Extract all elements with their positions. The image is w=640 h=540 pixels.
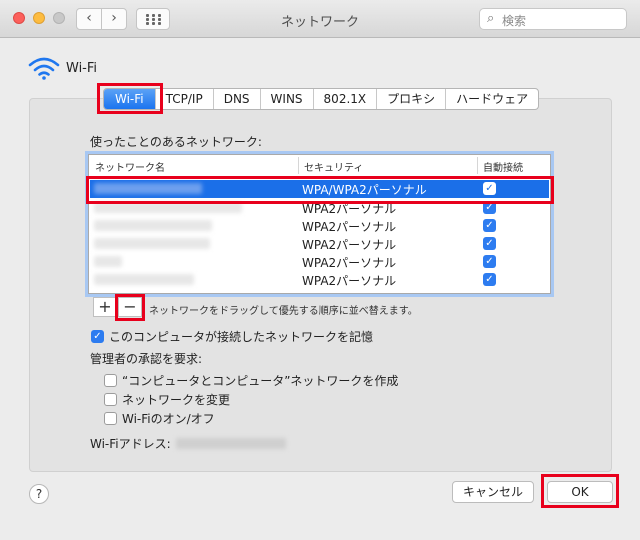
tab-8021x[interactable]: 802.1X — [312, 89, 377, 109]
highlight-selected-network — [86, 176, 554, 204]
highlight-remove-button — [115, 294, 145, 321]
interface-name: Wi-Fi — [66, 61, 98, 76]
auto-join-checkbox[interactable]: ✓ — [483, 255, 496, 268]
redacted-network-name — [94, 238, 210, 249]
title-bar: ‹ › ネットワーク ⌕ 検索 — [0, 0, 640, 38]
magnifier-icon: ⌕ — [487, 11, 495, 26]
network-preferences-window: ‹ › ネットワーク ⌕ 検索 Wi-Fi Wi-Fi TCP/IP DNS W… — [0, 0, 640, 540]
column-header-auto-join[interactable]: 自動接続 — [483, 159, 523, 174]
wifi-icon — [28, 57, 60, 80]
auto-join-checkbox[interactable]: ✓ — [483, 273, 496, 286]
tab-wins[interactable]: WINS — [259, 89, 313, 109]
known-networks-table: ネットワーク名 セキュリティ 自動接続 WPA/WPA2パーソナル ✓ WPA2… — [85, 151, 554, 297]
change-network-checkbox[interactable] — [104, 393, 117, 406]
highlight-ok-button — [541, 474, 619, 508]
drag-order-hint: ネットワークをドラッグして優先する順序に並べ替えます。 — [149, 306, 418, 317]
network-row[interactable]: WPA2パーソナル ✓ — [90, 235, 549, 253]
network-security: WPA2パーソナル — [302, 238, 397, 252]
network-security: WPA2パーソナル — [302, 220, 397, 234]
column-divider — [477, 157, 478, 174]
network-row[interactable]: WPA2パーソナル ✓ — [90, 217, 549, 235]
wifi-address-label: Wi-Fiアドレス: — [90, 437, 171, 451]
add-network-button[interactable]: + — [93, 297, 117, 317]
help-button[interactable]: ? — [29, 484, 49, 504]
wifi-power-checkbox[interactable] — [104, 412, 117, 425]
create-computer-network-checkbox[interactable] — [104, 374, 117, 387]
known-networks-label: 使ったことのあるネットワーク: — [90, 135, 262, 149]
cancel-button[interactable]: キャンセル — [452, 481, 534, 503]
tab-tcpip[interactable]: TCP/IP — [154, 89, 213, 109]
redacted-network-name — [94, 256, 122, 267]
highlight-wifi-tab — [97, 83, 163, 114]
auto-join-checkbox[interactable]: ✓ — [483, 237, 496, 250]
network-row[interactable]: WPA2パーソナル ✓ — [90, 253, 549, 271]
tab-proxy[interactable]: プロキシ — [376, 89, 445, 109]
search-placeholder: 検索 — [502, 14, 527, 28]
network-security: WPA2パーソナル — [302, 274, 397, 288]
change-network-label[interactable]: ネットワークを変更 — [122, 391, 230, 408]
redacted-network-name — [94, 274, 194, 285]
remember-networks-label[interactable]: このコンピュータが接続したネットワークを記憶 — [109, 328, 373, 345]
create-computer-network-label[interactable]: “コンピュータとコンピュータ”ネットワークを作成 — [122, 372, 398, 389]
redacted-wifi-address — [176, 438, 286, 449]
network-row[interactable]: WPA2パーソナル ✓ — [90, 271, 549, 289]
table-header: ネットワーク名 セキュリティ 自動接続 — [89, 155, 550, 177]
search-field[interactable]: ⌕ 検索 — [479, 8, 627, 30]
remember-networks-checkbox[interactable]: ✓ — [91, 330, 104, 343]
column-header-security[interactable]: セキュリティ — [304, 159, 363, 174]
wifi-power-label[interactable]: Wi-Fiのオン/オフ — [122, 410, 215, 427]
column-header-network-name[interactable]: ネットワーク名 — [95, 159, 165, 174]
admin-approval-label: 管理者の承認を要求: — [90, 352, 203, 366]
auto-join-checkbox[interactable]: ✓ — [483, 219, 496, 232]
tab-dns[interactable]: DNS — [212, 89, 260, 109]
redacted-network-name — [94, 220, 212, 231]
tab-bar: Wi-Fi TCP/IP DNS WINS 802.1X プロキシ ハードウェア — [103, 88, 540, 110]
column-divider — [298, 157, 299, 174]
tab-hardware[interactable]: ハードウェア — [445, 89, 538, 109]
network-security: WPA2パーソナル — [302, 256, 397, 270]
